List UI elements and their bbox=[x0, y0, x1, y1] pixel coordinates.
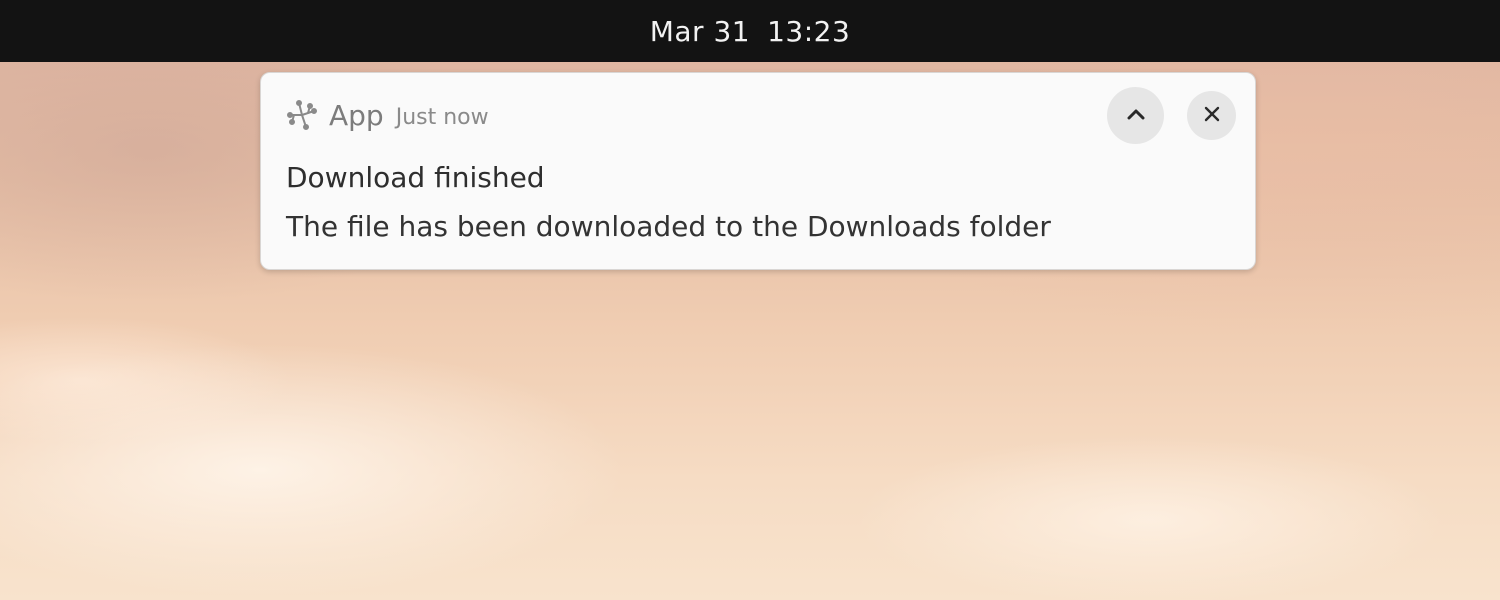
desktop-background: Mar 31 13:23 App Just now Download finis… bbox=[0, 0, 1500, 600]
chevron-up-icon bbox=[1124, 102, 1148, 130]
notification-timestamp: Just now bbox=[395, 104, 489, 130]
app-icon bbox=[285, 98, 319, 132]
notification-header: App Just now bbox=[285, 95, 489, 135]
notification-title: Download finished bbox=[286, 161, 545, 194]
close-button[interactable] bbox=[1187, 91, 1236, 140]
close-icon bbox=[1202, 104, 1222, 128]
clock-time: 13:23 bbox=[767, 14, 851, 48]
clock-button[interactable]: Mar 31 13:23 bbox=[640, 11, 861, 52]
notification-app-name: App bbox=[329, 98, 384, 132]
notification-body: The file has been downloaded to the Down… bbox=[286, 210, 1051, 243]
notification-banner[interactable]: App Just now Download finished The file … bbox=[260, 72, 1256, 270]
top-bar: Mar 31 13:23 bbox=[0, 0, 1500, 62]
expand-button[interactable] bbox=[1107, 87, 1164, 144]
clock-date: Mar 31 bbox=[649, 14, 751, 48]
